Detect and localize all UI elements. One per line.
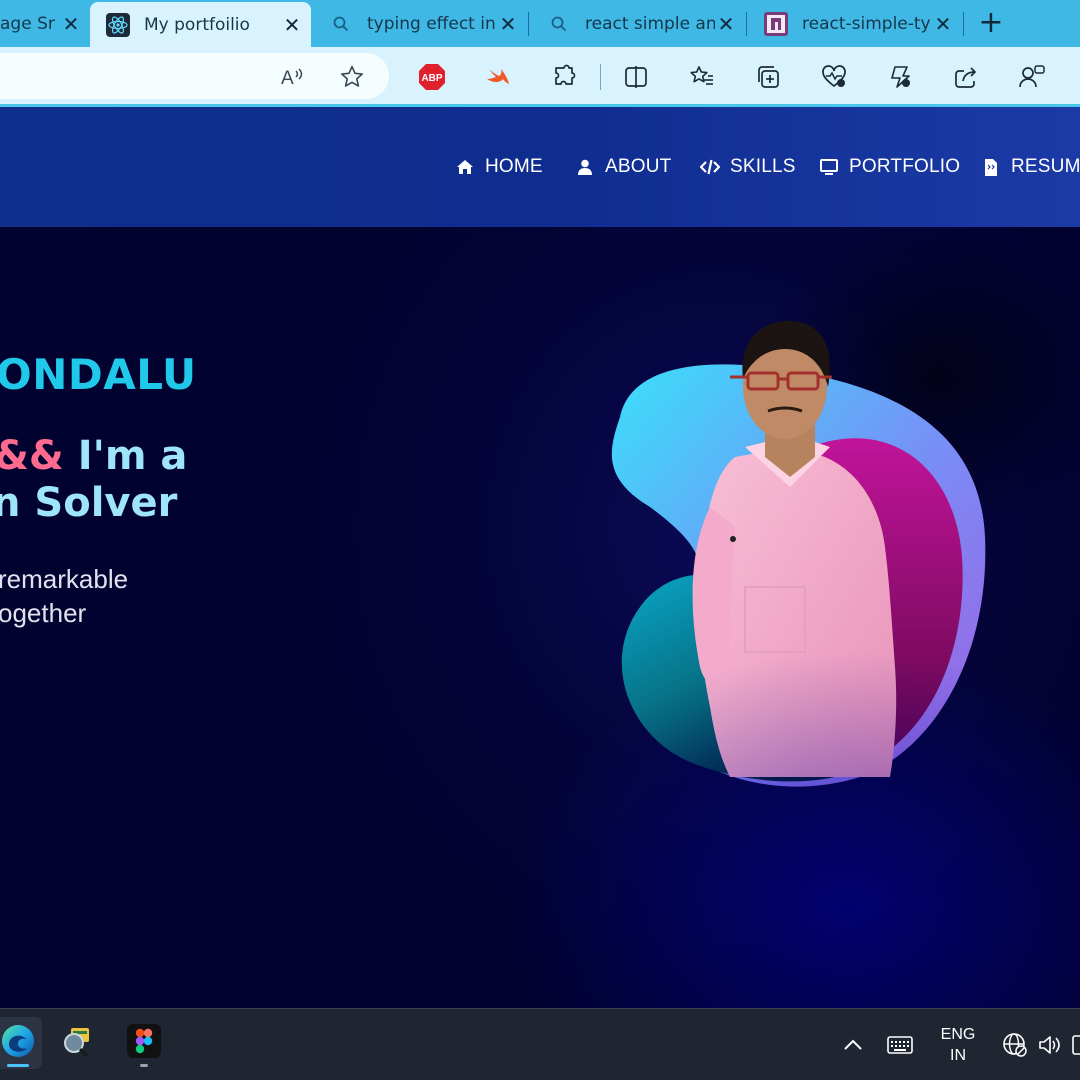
- close-icon[interactable]: ✕: [60, 12, 82, 36]
- monitor-icon: [819, 157, 839, 177]
- edge-icon: [0, 1022, 37, 1064]
- chevron-up-icon[interactable]: [839, 1031, 867, 1059]
- hero-typing-line-1: && I'm a: [0, 433, 187, 479]
- feedback-icon[interactable]: [1016, 61, 1048, 93]
- figma-icon: [127, 1024, 161, 1062]
- battery-icon[interactable]: [1066, 1031, 1080, 1059]
- tab-separator: [528, 12, 529, 36]
- hero-line1-text: I'm a: [63, 433, 188, 479]
- collections-icon[interactable]: [752, 61, 784, 93]
- close-icon[interactable]: ✕: [715, 12, 737, 36]
- hero-ampersand: &&: [0, 433, 64, 479]
- nav-about[interactable]: ABOUT: [575, 155, 671, 179]
- tab-image-search[interactable]: age Sr ✕: [0, 0, 90, 47]
- close-icon[interactable]: ✕: [932, 12, 954, 36]
- nav-label: PORTFOLIO: [849, 156, 961, 177]
- adblock-plus-icon[interactable]: ABP: [416, 61, 448, 93]
- tab-typing-effect[interactable]: typing effect in ✕: [313, 0, 527, 47]
- search-icon: [547, 12, 571, 36]
- browser-essentials-icon[interactable]: [818, 61, 850, 93]
- split-screen-icon[interactable]: [620, 61, 652, 93]
- close-icon[interactable]: ✕: [497, 12, 519, 36]
- windows-taskbar: [0, 1008, 1080, 1080]
- nav-label: RESUME: [1011, 156, 1080, 177]
- nav-label: HOME: [485, 156, 543, 177]
- svg-text:A: A: [281, 68, 294, 89]
- profile-portrait-image: [611, 320, 986, 787]
- magnifier-app-icon: [59, 1023, 95, 1063]
- swift-icon[interactable]: [482, 61, 514, 93]
- read-aloud-icon[interactable]: A: [276, 61, 308, 93]
- nav-portfolio[interactable]: PORTFOLIO: [819, 155, 960, 179]
- react-icon: [106, 12, 130, 37]
- taskbar-edge[interactable]: [0, 1017, 42, 1069]
- file-icon: [981, 157, 1001, 177]
- hero-typing-line-2: n Solver: [0, 480, 178, 526]
- active-indicator: [7, 1064, 29, 1067]
- hero-description-line-1: remarkable: [0, 564, 129, 594]
- taskbar-figma[interactable]: [120, 1017, 168, 1069]
- tab-title: My portfoilio: [144, 14, 250, 35]
- favorite-star-icon[interactable]: [336, 61, 368, 93]
- hero-name: ONDALU: [0, 350, 197, 399]
- tab-react-simple-typewriter[interactable]: react-simple-ty ✕: [748, 0, 962, 47]
- taskbar-magnifier-app[interactable]: [53, 1017, 101, 1069]
- browser-toolbar: A ABP: [0, 47, 1080, 105]
- portfolio-page: HOME ABOUT SKILLS PORTFOLIO RESUME: [0, 107, 1080, 1008]
- code-icon: [700, 157, 720, 177]
- toolbar-separator: [600, 64, 601, 90]
- keyboard-icon[interactable]: [886, 1031, 914, 1059]
- tab-title: react-simple-ty: [802, 13, 931, 34]
- extensions-icon[interactable]: [548, 61, 580, 93]
- language-indicator[interactable]: ENG IN: [934, 1024, 982, 1066]
- browser-tab-strip: age Sr ✕ My portfoilio ✕ typing effect i…: [0, 0, 1080, 47]
- share-icon[interactable]: [950, 61, 982, 93]
- site-navbar: HOME ABOUT SKILLS PORTFOLIO RESUME: [0, 107, 1080, 227]
- running-indicator: [140, 1064, 148, 1067]
- favorites-icon[interactable]: [686, 61, 718, 93]
- svg-text:ABP: ABP: [421, 73, 442, 84]
- tab-title: typing effect in: [367, 13, 496, 34]
- tab-separator: [746, 12, 747, 36]
- nav-resume[interactable]: RESUME: [981, 155, 1080, 179]
- tab-react-simple-animate[interactable]: react simple an ✕: [531, 0, 745, 47]
- tab-my-portfolio[interactable]: My portfoilio ✕: [90, 2, 311, 47]
- close-icon[interactable]: ✕: [281, 13, 303, 37]
- language-region: IN: [950, 1047, 966, 1064]
- user-icon: [575, 157, 595, 177]
- nav-home[interactable]: HOME: [455, 155, 543, 179]
- tab-separator: [963, 12, 964, 36]
- tab-title: react simple an: [585, 13, 715, 34]
- address-bar[interactable]: A: [0, 53, 389, 99]
- new-tab-button[interactable]: +: [974, 7, 1008, 41]
- nav-label: ABOUT: [605, 156, 672, 177]
- npm-icon: [764, 11, 788, 36]
- tab-title: age Sr: [0, 13, 55, 34]
- hero-description-line-2: ogether: [0, 598, 87, 628]
- copilot-icon[interactable]: [884, 61, 916, 93]
- home-icon: [455, 157, 475, 177]
- search-icon: [329, 12, 353, 36]
- nav-label: SKILLS: [730, 156, 796, 177]
- network-icon[interactable]: [1001, 1031, 1029, 1059]
- volume-icon[interactable]: [1036, 1031, 1064, 1059]
- nav-skills[interactable]: SKILLS: [700, 155, 796, 179]
- language-code: ENG: [940, 1026, 976, 1043]
